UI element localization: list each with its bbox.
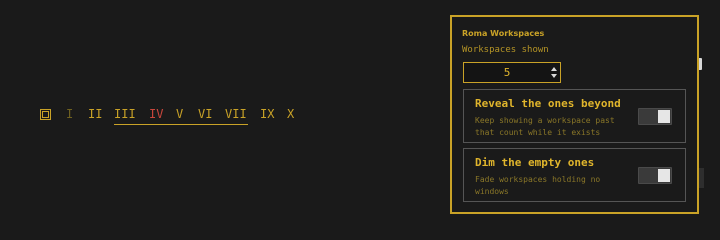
spin-up-icon[interactable] <box>551 67 557 71</box>
toggle-knob <box>658 110 670 123</box>
spin-down-icon[interactable] <box>551 74 557 78</box>
toggle-knob <box>658 169 670 182</box>
dim-option-card: Dim the empty ones Fade workspaces holdi… <box>463 148 686 202</box>
workspace-4[interactable]: IV <box>149 106 163 123</box>
workspace-5[interactable]: V <box>176 106 183 123</box>
reveal-option-description: Keep showing a workspace past that count… <box>475 116 615 137</box>
workspace-7[interactable]: VII <box>225 106 247 123</box>
workspace-2[interactable]: II <box>88 106 102 123</box>
workspace-10[interactable]: X <box>287 106 294 123</box>
dim-toggle[interactable] <box>638 167 672 184</box>
reveal-toggle[interactable] <box>638 108 672 125</box>
workspaces-shown-spinbox[interactable]: 5 <box>463 62 561 83</box>
settings-panel: Roma Workspaces Workspaces shown 5 Revea… <box>450 15 699 214</box>
occupied-underline <box>114 124 248 125</box>
reveal-option-title: Reveal the ones beyond <box>475 97 621 110</box>
workspace-9[interactable]: IX <box>260 106 274 123</box>
reveal-option-card: Reveal the ones beyond Keep showing a wo… <box>463 89 686 143</box>
workspace-6[interactable]: VI <box>198 106 212 123</box>
dim-option-title: Dim the empty ones <box>475 156 595 169</box>
dim-option-description: Fade workspaces holding no windows <box>475 175 601 196</box>
window-square-icon[interactable] <box>40 109 51 120</box>
workspace-1[interactable]: I <box>66 106 73 123</box>
workspaces-shown-label: Workspaces shown <box>462 45 549 55</box>
workspaces-shown-value[interactable]: 5 <box>464 63 550 82</box>
panel-title: Roma Workspaces <box>462 29 545 38</box>
workspace-3[interactable]: III <box>114 106 136 123</box>
